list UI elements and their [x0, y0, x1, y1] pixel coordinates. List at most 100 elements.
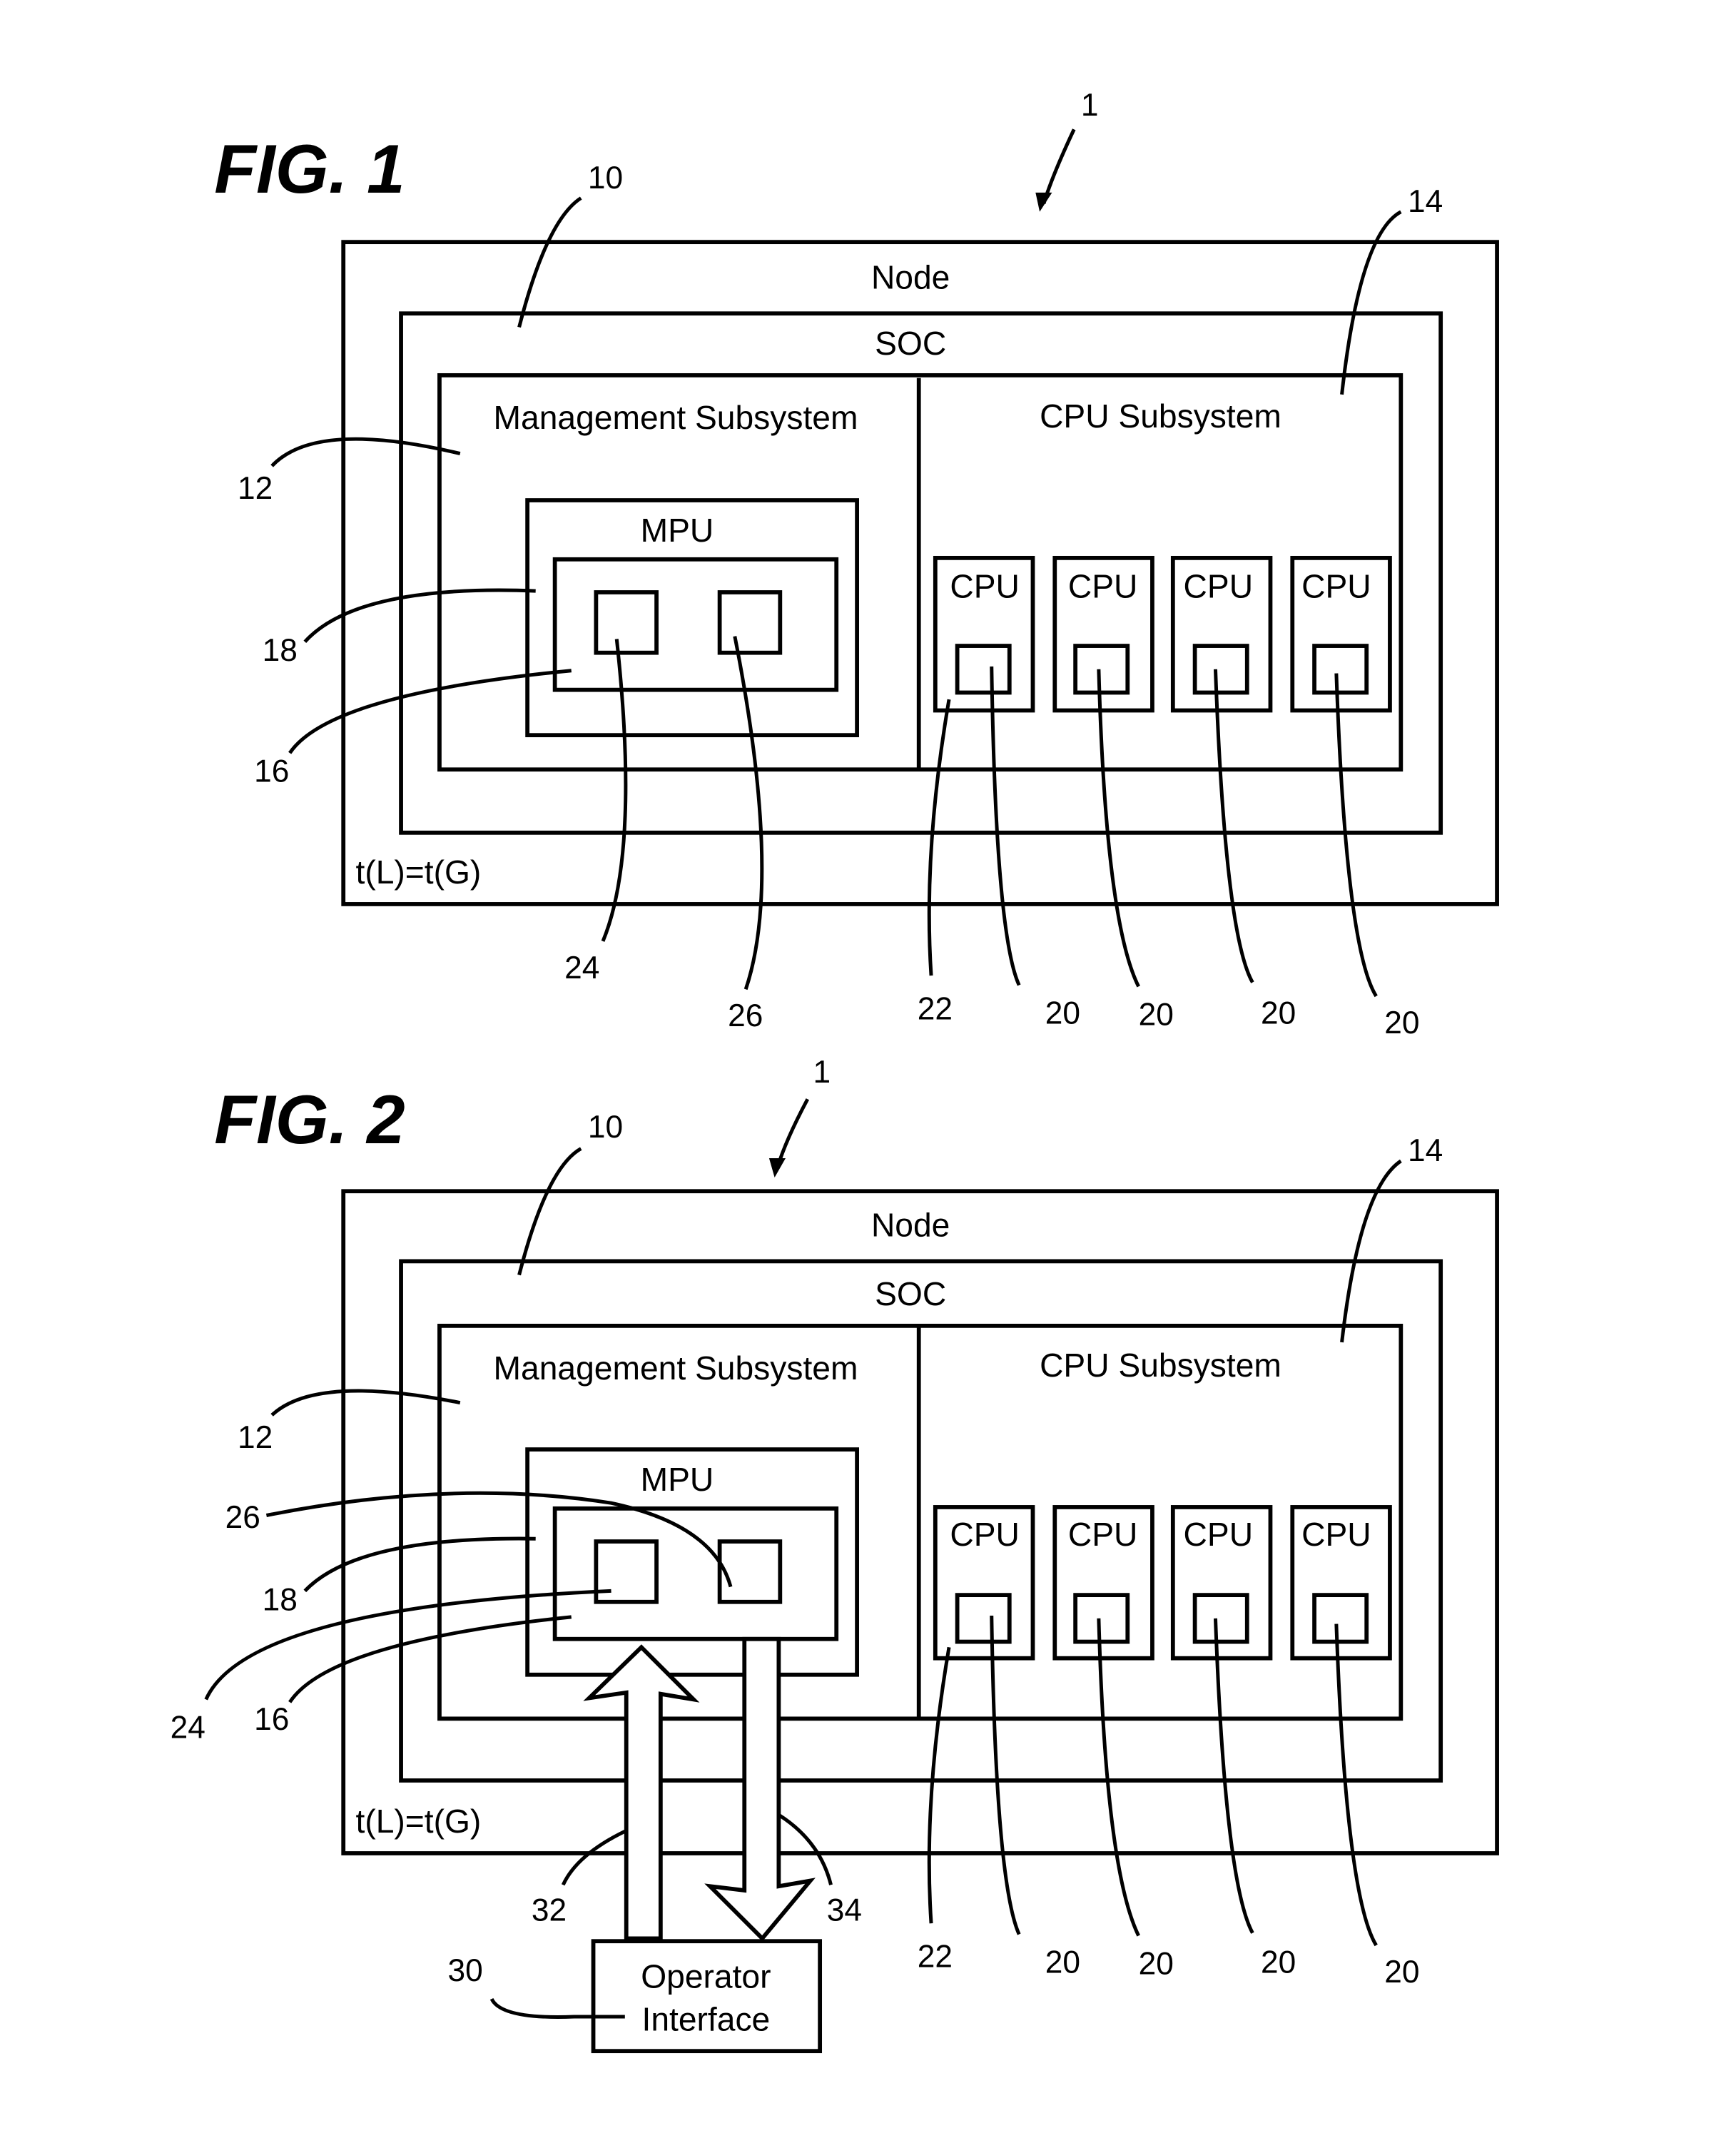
mpu-leader-line: [303, 588, 536, 643]
output-arrow-icon: [704, 1636, 816, 1942]
cpu-clock-leader-line: [990, 1615, 1021, 1935]
arrowhead-icon: [768, 1158, 786, 1177]
soc-leader-line: [517, 1147, 582, 1276]
input-arrow-leader-line: [561, 1829, 626, 1886]
cpu-label: CPU: [1301, 568, 1371, 605]
reference-numeral-cpu-clock: 20: [1045, 1945, 1080, 1980]
reference-numeral-soc: 10: [588, 1110, 623, 1145]
management-leader-line: [270, 1389, 461, 1417]
cpu-clock-box: [1073, 644, 1130, 695]
figure-1: FIG. 1 1 Node SOC Management Subsystem C…: [214, 88, 1499, 1040]
reference-numeral-soc: 10: [588, 161, 623, 196]
time-equation: t(L)=t(G): [356, 1803, 482, 1840]
reference-numeral-cpu-clock: 20: [1261, 996, 1296, 1030]
soc-label: SOC: [875, 325, 946, 362]
mpu-leader-line: [303, 1536, 536, 1593]
output-arrow-leader-line: [778, 1813, 833, 1885]
cpu-clock-box: [955, 644, 1012, 695]
cpu-subsystem-leader-line: [1340, 210, 1402, 395]
reference-numeral-management: 12: [238, 1420, 273, 1455]
system-leader-line: [776, 1098, 810, 1169]
figure-2: FIG. 2 1 Node SOC Management Subsystem C…: [171, 1055, 1499, 2054]
cpu-label: CPU: [1068, 1516, 1138, 1553]
cpu-label: CPU: [1184, 568, 1254, 605]
cpu-clock-box: [955, 1593, 1012, 1644]
reference-numeral-cpu-clock: 20: [1261, 1945, 1296, 1980]
reference-numeral-system: 1: [813, 1055, 831, 1090]
cpu-subsystem-label: CPU Subsystem: [1040, 1347, 1281, 1384]
system-leader-line: [1042, 128, 1076, 204]
cpu-leader-line: [927, 699, 951, 976]
cpu-label: CPU: [1184, 1516, 1254, 1553]
reference-numeral-mpu-core: 16: [254, 754, 289, 789]
operator-interface-label-line-2: Interface: [642, 2000, 771, 2037]
reference-numeral-cpu-clock: 20: [1384, 1955, 1419, 1990]
cpu-label: CPU: [950, 1516, 1020, 1553]
reference-numeral-cpu-clock: 20: [1139, 1946, 1174, 1981]
block-24-leader-line: [601, 639, 628, 942]
cpu-clock-box: [1073, 1593, 1130, 1644]
reference-numeral-system: 1: [1081, 88, 1099, 123]
reference-numeral-block-26: 26: [225, 1500, 260, 1535]
patent-drawing-sheet: FIG. 1 1 Node SOC Management Subsystem C…: [171, 88, 1499, 2054]
block-26: [717, 1539, 783, 1604]
mpu-label: MPU: [641, 512, 714, 549]
reference-numeral-mpu: 18: [263, 1582, 298, 1617]
reference-numeral-input-arrow: 32: [532, 1893, 567, 1927]
management-subsystem-label: Management Subsystem: [494, 399, 858, 436]
cpu-subsystem-leader-line: [1340, 1159, 1402, 1343]
cpu-clock-box: [1312, 1593, 1369, 1644]
cpu-label: CPU: [1068, 568, 1138, 605]
input-arrow-icon: [583, 1644, 700, 1941]
operator-interface-leader-line: [489, 1997, 625, 2019]
mpu-label: MPU: [641, 1461, 714, 1498]
management-subsystem-label: Management Subsystem: [494, 1349, 858, 1387]
cpu-clock-leader-line: [1334, 1623, 1378, 1947]
reference-numeral-cpu: 22: [918, 1940, 953, 1975]
cpu-2: CPU: [1052, 555, 1154, 713]
reference-numeral-output-arrow: 34: [827, 1893, 862, 1927]
cpu-clock-leader-line: [990, 666, 1021, 986]
management-leader-line: [270, 437, 461, 467]
reference-numeral-cpu-subsystem: 14: [1408, 184, 1443, 219]
cpu-clock-box: [1312, 644, 1369, 695]
cpu-3: CPU: [1170, 1505, 1273, 1661]
reference-numeral-block-24: 24: [171, 1710, 205, 1745]
cpu-4: CPU: [1290, 1505, 1392, 1661]
cpu-4: CPU: [1290, 555, 1392, 713]
cpu-clock-box: [1192, 1593, 1249, 1644]
soc-leader-line: [517, 196, 582, 328]
soc-label: SOC: [875, 1275, 946, 1312]
cpu-clock-leader-line: [1097, 669, 1140, 988]
reference-numeral-cpu-clock: 20: [1045, 996, 1080, 1030]
figure-title: FIG. 1: [214, 131, 405, 208]
reference-numeral-operator-interface: 30: [447, 1953, 482, 1988]
block-24: [594, 590, 659, 655]
cpu-label: CPU: [950, 568, 1020, 605]
reference-numeral-management: 12: [238, 471, 273, 506]
cpu-1: CPU: [933, 555, 1035, 713]
reference-numeral-mpu: 18: [263, 633, 298, 668]
cpu-2: CPU: [1052, 1505, 1154, 1661]
reference-numeral-cpu-clock: 20: [1139, 997, 1174, 1032]
reference-numeral-cpu: 22: [918, 992, 953, 1027]
cpu-3: CPU: [1170, 555, 1273, 713]
figure-title: FIG. 2: [214, 1082, 405, 1158]
cpu-1: CPU: [933, 1505, 1035, 1661]
reference-numeral-cpu-clock: 20: [1384, 1005, 1419, 1040]
operator-interface-label-line-1: Operator: [641, 1958, 771, 1995]
cpu-subsystem-label: CPU Subsystem: [1040, 397, 1281, 435]
reference-numeral-cpu-subsystem: 14: [1408, 1133, 1443, 1168]
arrowhead-icon: [1035, 192, 1052, 212]
reference-numeral-block-26: 26: [728, 998, 763, 1033]
node-label: Node: [871, 1207, 950, 1244]
block-26: [717, 590, 783, 655]
cpu-clock-leader-line: [1097, 1618, 1140, 1937]
cpu-clock-leader-line: [1213, 669, 1254, 983]
cpu-label: CPU: [1301, 1516, 1371, 1553]
cpu-clock-leader-line: [1213, 1618, 1254, 1934]
cpu-leader-line: [927, 1646, 951, 1924]
reference-numeral-mpu-core: 16: [254, 1702, 289, 1737]
reference-numeral-block-24: 24: [564, 951, 599, 986]
node-label: Node: [871, 259, 950, 296]
